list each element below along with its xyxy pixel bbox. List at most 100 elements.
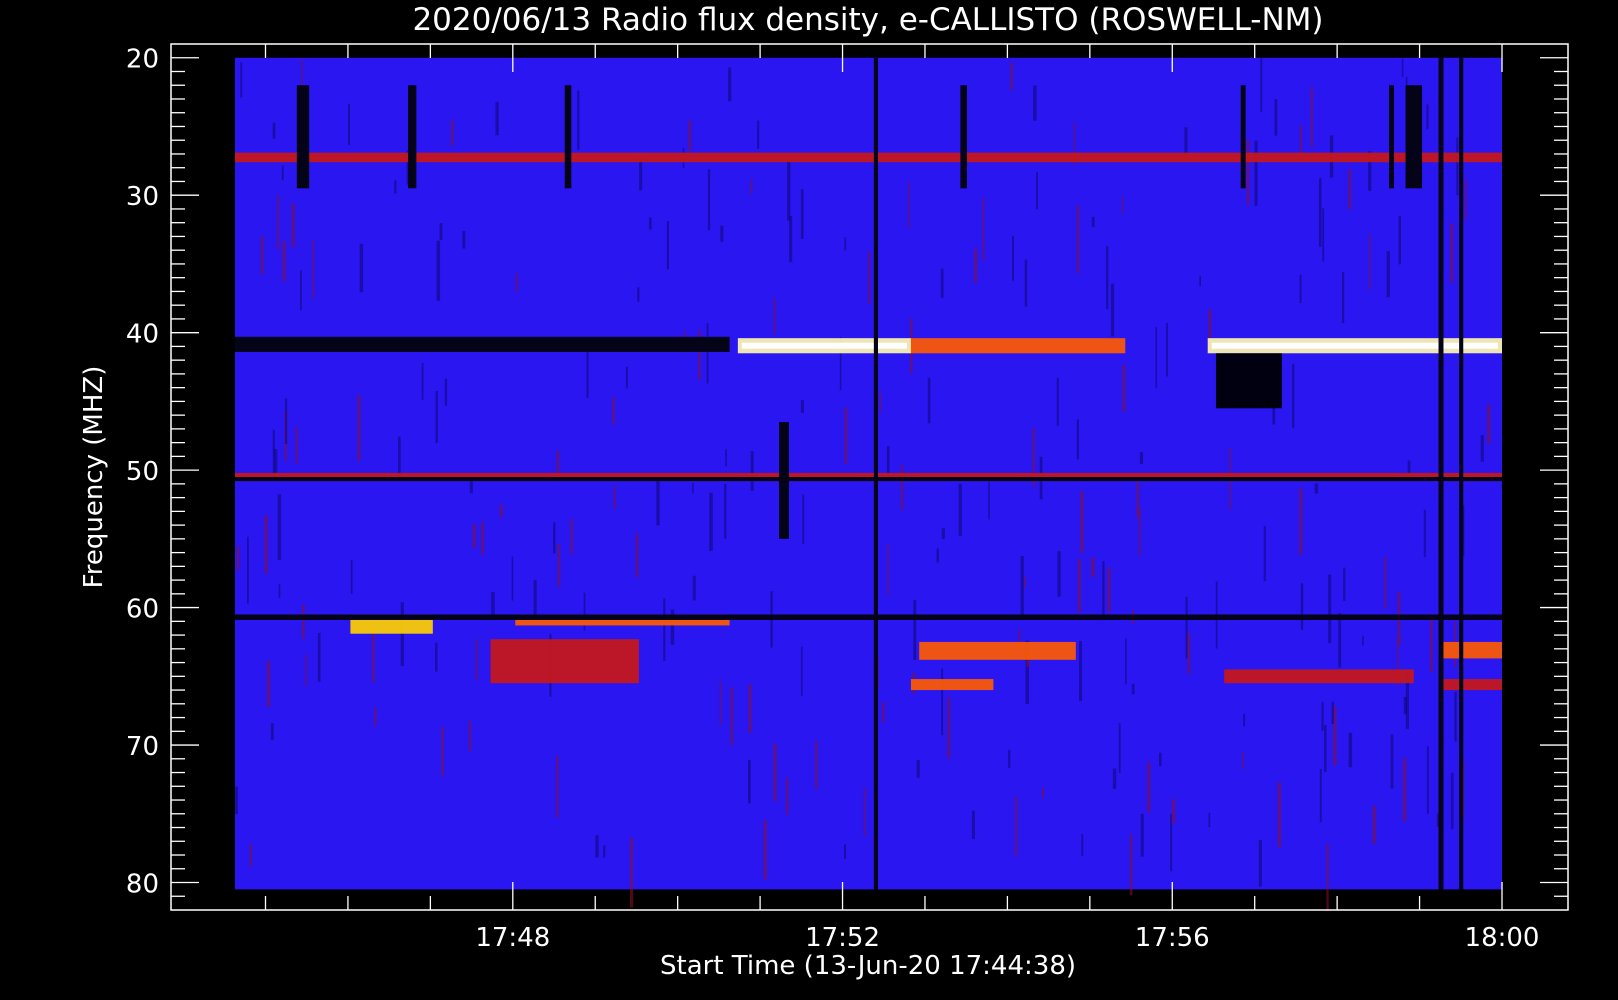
y-tick-label: 30 xyxy=(126,182,159,212)
noise-streak xyxy=(533,579,537,616)
noise-streak xyxy=(1254,140,1258,206)
bright-band-feature xyxy=(490,639,639,684)
noise-streak xyxy=(815,740,818,790)
noise-streak xyxy=(1246,140,1250,206)
dark-line-feature xyxy=(960,85,968,189)
noise-streak xyxy=(371,631,375,683)
noise-streak xyxy=(1299,488,1303,555)
noise-streak xyxy=(499,504,503,518)
noise-streak xyxy=(1147,762,1151,813)
dark-line-feature xyxy=(1389,85,1395,189)
noise-streak xyxy=(1118,723,1121,774)
noise-streak xyxy=(1260,57,1263,112)
noise-streak xyxy=(800,400,804,413)
noise-streak xyxy=(270,723,274,740)
noise-streak xyxy=(237,546,240,570)
noise-streak xyxy=(1185,596,1188,659)
dark-line-feature xyxy=(564,85,572,189)
spectrogram-chart: 2020/06/13 Radio flux density, e-CALLIST… xyxy=(0,0,1618,1000)
noise-streak xyxy=(982,197,985,261)
dark-line-feature xyxy=(1405,85,1423,189)
noise-streak xyxy=(1426,746,1429,814)
noise-streak xyxy=(887,543,889,596)
noise-streak xyxy=(763,820,767,880)
noise-streak xyxy=(1056,377,1059,426)
noise-streak xyxy=(1426,104,1429,130)
x-tick-label: 17:52 xyxy=(805,923,880,953)
x-tick-label: 18:00 xyxy=(1465,923,1540,953)
noise-streak xyxy=(1136,481,1140,519)
noise-streak xyxy=(907,182,910,228)
noise-streak xyxy=(941,668,944,736)
y-tick-label: 40 xyxy=(126,320,159,350)
noise-streak xyxy=(359,243,364,293)
noise-streak xyxy=(800,189,804,239)
noise-streak xyxy=(1372,806,1377,844)
noise-streak xyxy=(750,179,753,194)
noise-streak xyxy=(421,362,424,400)
noise-streak xyxy=(1456,137,1459,196)
dark-line-feature xyxy=(296,85,310,189)
noise-streak xyxy=(441,726,444,777)
noise-streak xyxy=(491,592,495,617)
noise-streak xyxy=(357,394,361,462)
bright-core xyxy=(1211,342,1498,349)
noise-streak xyxy=(300,270,302,311)
noise-streak xyxy=(900,464,904,511)
noise-streak xyxy=(692,482,694,494)
noise-streak xyxy=(475,639,478,681)
noise-streak xyxy=(971,810,975,840)
noise-streak xyxy=(1091,216,1095,228)
x-tick-label: 17:56 xyxy=(1135,923,1210,953)
noise-streak xyxy=(1403,757,1407,822)
noise-streak xyxy=(709,492,713,551)
noise-streak xyxy=(1324,724,1327,773)
noise-streak xyxy=(1015,796,1018,857)
noise-streak xyxy=(1243,713,1246,727)
noise-streak xyxy=(879,391,882,413)
noise-streak xyxy=(1480,435,1484,462)
noise-streak xyxy=(728,67,732,102)
noise-streak xyxy=(1319,769,1322,823)
noise-streak xyxy=(688,120,692,152)
dark-line-feature xyxy=(1459,57,1464,890)
noise-streak xyxy=(1450,772,1454,830)
noise-streak xyxy=(272,122,276,139)
dark-line-feature xyxy=(235,477,1502,482)
noise-streak xyxy=(1386,251,1390,298)
noise-streak xyxy=(468,721,472,752)
noise-streak xyxy=(317,632,321,682)
noise-streak xyxy=(462,230,466,249)
noise-streak xyxy=(1076,419,1079,460)
noise-streak xyxy=(1024,259,1028,307)
noise-streak xyxy=(1121,196,1124,214)
noise-streak xyxy=(1010,62,1013,91)
noise-streak xyxy=(1057,551,1061,597)
noise-streak xyxy=(1348,169,1352,210)
noise-streak xyxy=(1299,125,1303,154)
bright-core xyxy=(741,342,907,349)
noise-streak xyxy=(1171,799,1176,824)
x-axis-label: Start Time (13-Jun-20 17:44:38) xyxy=(660,951,1076,981)
noise-streak xyxy=(374,707,377,727)
noise-streak xyxy=(553,522,556,554)
noise-streak xyxy=(235,786,239,815)
noise-streak xyxy=(1318,178,1322,247)
noise-streak xyxy=(612,396,615,425)
noise-streak xyxy=(730,687,734,746)
noise-streak xyxy=(1314,483,1319,494)
noise-streak xyxy=(312,239,315,299)
noise-streak xyxy=(1102,561,1105,621)
noise-streak xyxy=(1348,732,1353,768)
noise-streak xyxy=(1122,364,1126,412)
noise-streak xyxy=(974,248,978,283)
noise-streak xyxy=(295,426,298,464)
y-tick-label: 50 xyxy=(126,457,159,487)
noise-streak xyxy=(913,600,917,660)
noise-streak xyxy=(1362,635,1364,646)
noise-streak xyxy=(398,436,401,478)
noise-streak xyxy=(284,398,288,445)
noise-streak xyxy=(1401,58,1404,77)
noise-streak xyxy=(958,483,962,537)
noise-streak xyxy=(1338,613,1342,668)
